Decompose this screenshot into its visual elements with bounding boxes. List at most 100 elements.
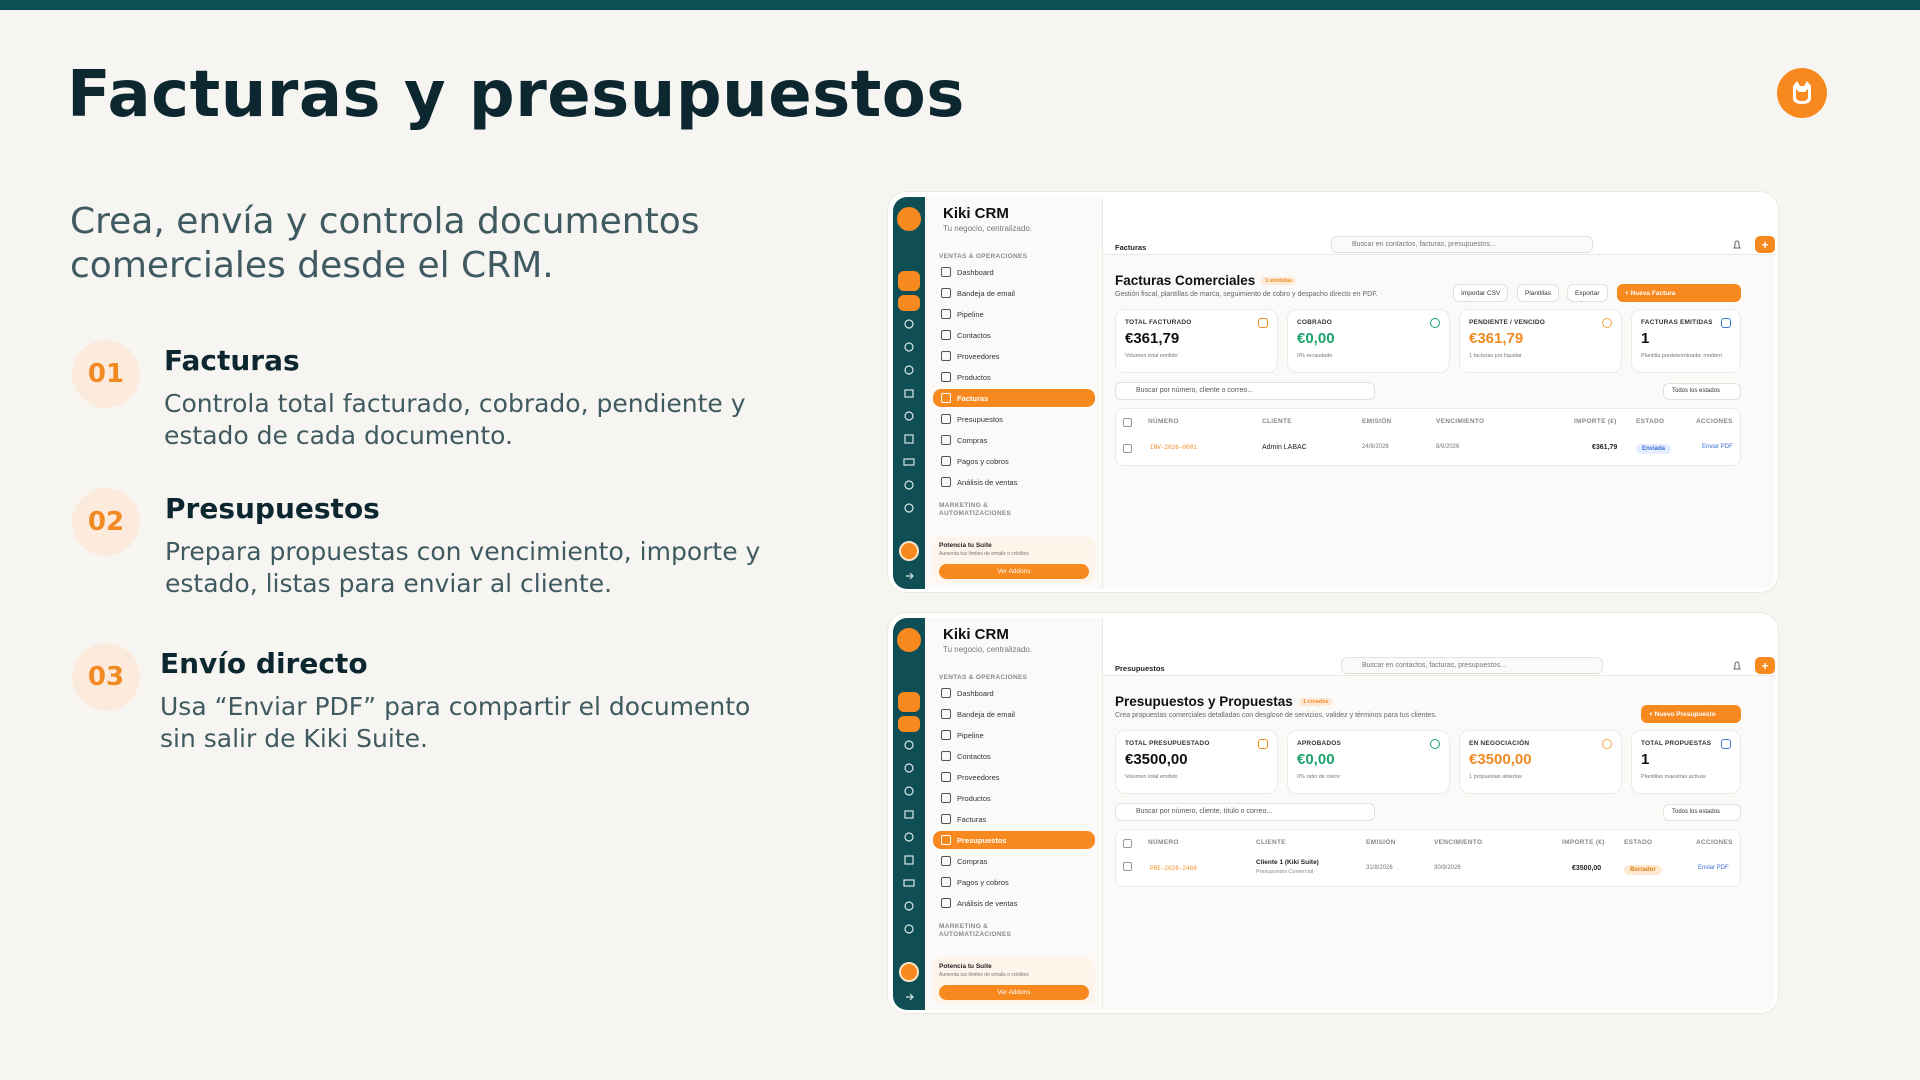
column-header: ACCIONES (1696, 418, 1733, 425)
rail-addons-icon[interactable] (899, 541, 919, 561)
rail-users-icon[interactable] (902, 409, 916, 423)
sidebar-item-products[interactable]: Productos (933, 789, 1095, 807)
stat-sub: 0% ratio de cierre (1297, 774, 1341, 780)
rail-gauge-icon[interactable] (902, 363, 916, 377)
sidebar-item-contacts[interactable]: Contactos (933, 326, 1095, 344)
import-csv-button[interactable]: Importar CSV (1453, 284, 1509, 302)
sidebar-item-email[interactable]: Bandeja de email (933, 284, 1095, 302)
status-badge: Enviada (1636, 444, 1672, 454)
sidebar-item-analytics[interactable]: Análisis de ventas (933, 894, 1095, 912)
rail-home-icon[interactable] (902, 807, 916, 821)
sidebar-item-label: Proveedores (957, 772, 1000, 782)
rail-network-icon[interactable] (902, 761, 916, 775)
quote-number-link[interactable]: PRE-2026-2468 (1150, 865, 1197, 872)
rail-user-settings-icon[interactable] (902, 899, 916, 913)
rail-settings-icon[interactable] (902, 922, 916, 936)
select-all-checkbox[interactable] (1123, 839, 1132, 848)
rail-cloud-icon[interactable] (902, 317, 916, 331)
rail-contacts-icon[interactable] (898, 295, 920, 311)
rail-card-icon[interactable] (902, 455, 916, 469)
column-header[interactable]: EMISIÓN (1366, 839, 1396, 846)
due-date: 8/9/2026 (1436, 444, 1460, 450)
row-checkbox[interactable] (1123, 444, 1132, 453)
quote-search-input[interactable]: Buscar por número, cliente, título o cor… (1115, 803, 1375, 821)
bell-icon[interactable] (1731, 659, 1743, 671)
column-header[interactable]: IMPORTE (€) (1574, 418, 1617, 425)
export-button[interactable]: Exportar (1567, 284, 1608, 302)
sidebar-item-products[interactable]: Productos (933, 368, 1095, 386)
column-header[interactable]: IMPORTE (€) (1562, 839, 1605, 846)
sidebar-item-payments[interactable]: Pagos y cobros (933, 452, 1095, 470)
rail-home-icon[interactable] (902, 386, 916, 400)
clock-icon (1602, 318, 1612, 328)
rail-network-icon[interactable] (902, 340, 916, 354)
sidebar-item-dashboard[interactable]: Dashboard (933, 684, 1095, 702)
invoice-icon (941, 393, 951, 403)
sidebar-item-contacts[interactable]: Contactos (933, 747, 1095, 765)
quick-add-button[interactable]: + (1755, 236, 1775, 253)
status-filter-select[interactable]: Todos los estados (1663, 383, 1741, 400)
select-all-checkbox[interactable] (1123, 418, 1132, 427)
rail-logout-icon[interactable] (902, 569, 916, 583)
rail-users-icon[interactable] (902, 830, 916, 844)
column-header[interactable]: VENCIMIENTO (1436, 418, 1484, 425)
stat-sub: Plantillas maestras activas (1641, 774, 1706, 780)
sidebar-item-quotes[interactable]: Presupuestos (933, 410, 1095, 428)
rail-logout-icon[interactable] (902, 990, 916, 1004)
invoice-search-input[interactable]: Buscar por número, cliente o correo... (1115, 382, 1375, 400)
column-header[interactable]: CLIENTE (1262, 418, 1292, 425)
column-header[interactable]: CLIENTE (1256, 839, 1286, 846)
send-pdf-button[interactable]: Enviar PDF (1702, 444, 1733, 450)
addons-button[interactable]: Ver Addons (939, 564, 1089, 579)
rail-user-settings-icon[interactable] (902, 478, 916, 492)
sidebar-item-purchases[interactable]: Compras (933, 431, 1095, 449)
invoice-number-link[interactable]: INV-2026-0001 (1150, 444, 1197, 451)
column-header[interactable]: EMISIÓN (1362, 418, 1392, 425)
new-invoice-button[interactable]: + Nueva Factura (1617, 284, 1741, 302)
promo-box: Potencia tu Suite Aumenta tus límites de… (933, 537, 1095, 583)
column-header[interactable]: NÚMERO (1148, 839, 1179, 846)
sidebar-item-invoices[interactable]: Facturas (933, 389, 1095, 407)
column-header[interactable]: ESTADO (1624, 839, 1652, 846)
sidebar-item-label: Facturas (957, 393, 989, 403)
rail-contacts-icon[interactable] (898, 716, 920, 732)
feature-description: Usa “Enviar PDF” para compartir el docum… (160, 692, 751, 753)
addons-button[interactable]: Ver Addons (939, 985, 1089, 1000)
templates-button[interactable]: Plantillas (1517, 284, 1560, 302)
global-search-input[interactable]: Buscar en contactos, facturas, presupues… (1341, 657, 1603, 674)
sidebar-item-suppliers[interactable]: Proveedores (933, 768, 1095, 786)
sidebar-item-analytics[interactable]: Análisis de ventas (933, 473, 1095, 491)
new-quote-button[interactable]: + Nuevo Presupuesto (1641, 705, 1741, 723)
sidebar-item-pipeline[interactable]: Pipeline (933, 305, 1095, 323)
global-search-input[interactable]: Buscar en contactos, facturas, presupues… (1331, 236, 1593, 253)
send-pdf-button[interactable]: Enviar PDF (1698, 865, 1729, 871)
document-icon (1721, 739, 1731, 749)
sidebar-item-email[interactable]: Bandeja de email (933, 705, 1095, 723)
quick-add-button[interactable]: + (1755, 657, 1775, 674)
sidebar-item-label: Bandeja de email (957, 709, 1015, 719)
sidebar-item-invoices[interactable]: Facturas (933, 810, 1095, 828)
sidebar-item-pipeline[interactable]: Pipeline (933, 726, 1095, 744)
rail-chart-icon[interactable] (902, 853, 916, 867)
sidebar-item-dashboard[interactable]: Dashboard (933, 263, 1095, 281)
sidebar-item-suppliers[interactable]: Proveedores (933, 347, 1095, 365)
sidebar-section-sales: VENTAS & OPERACIONES (939, 253, 1028, 260)
column-header[interactable]: NÚMERO (1148, 418, 1179, 425)
rail-chart-icon[interactable] (902, 432, 916, 446)
rail-card-icon[interactable] (902, 876, 916, 890)
purchases-icon (941, 856, 951, 866)
stat-label: EN NEGOCIACIÓN (1469, 740, 1530, 747)
sidebar-item-purchases[interactable]: Compras (933, 852, 1095, 870)
sidebar-item-payments[interactable]: Pagos y cobros (933, 873, 1095, 891)
rail-settings-icon[interactable] (902, 501, 916, 515)
column-header[interactable]: ESTADO (1636, 418, 1664, 425)
rail-cloud-icon[interactable] (902, 738, 916, 752)
column-header[interactable]: VENCIMIENTO (1434, 839, 1482, 846)
status-filter-select[interactable]: Todos los estados (1663, 804, 1741, 821)
pipeline-icon (941, 730, 951, 740)
sidebar-item-quotes[interactable]: Presupuestos (933, 831, 1095, 849)
rail-addons-icon[interactable] (899, 962, 919, 982)
rail-gauge-icon[interactable] (902, 784, 916, 798)
bell-icon[interactable] (1731, 238, 1743, 250)
row-checkbox[interactable] (1123, 862, 1132, 871)
